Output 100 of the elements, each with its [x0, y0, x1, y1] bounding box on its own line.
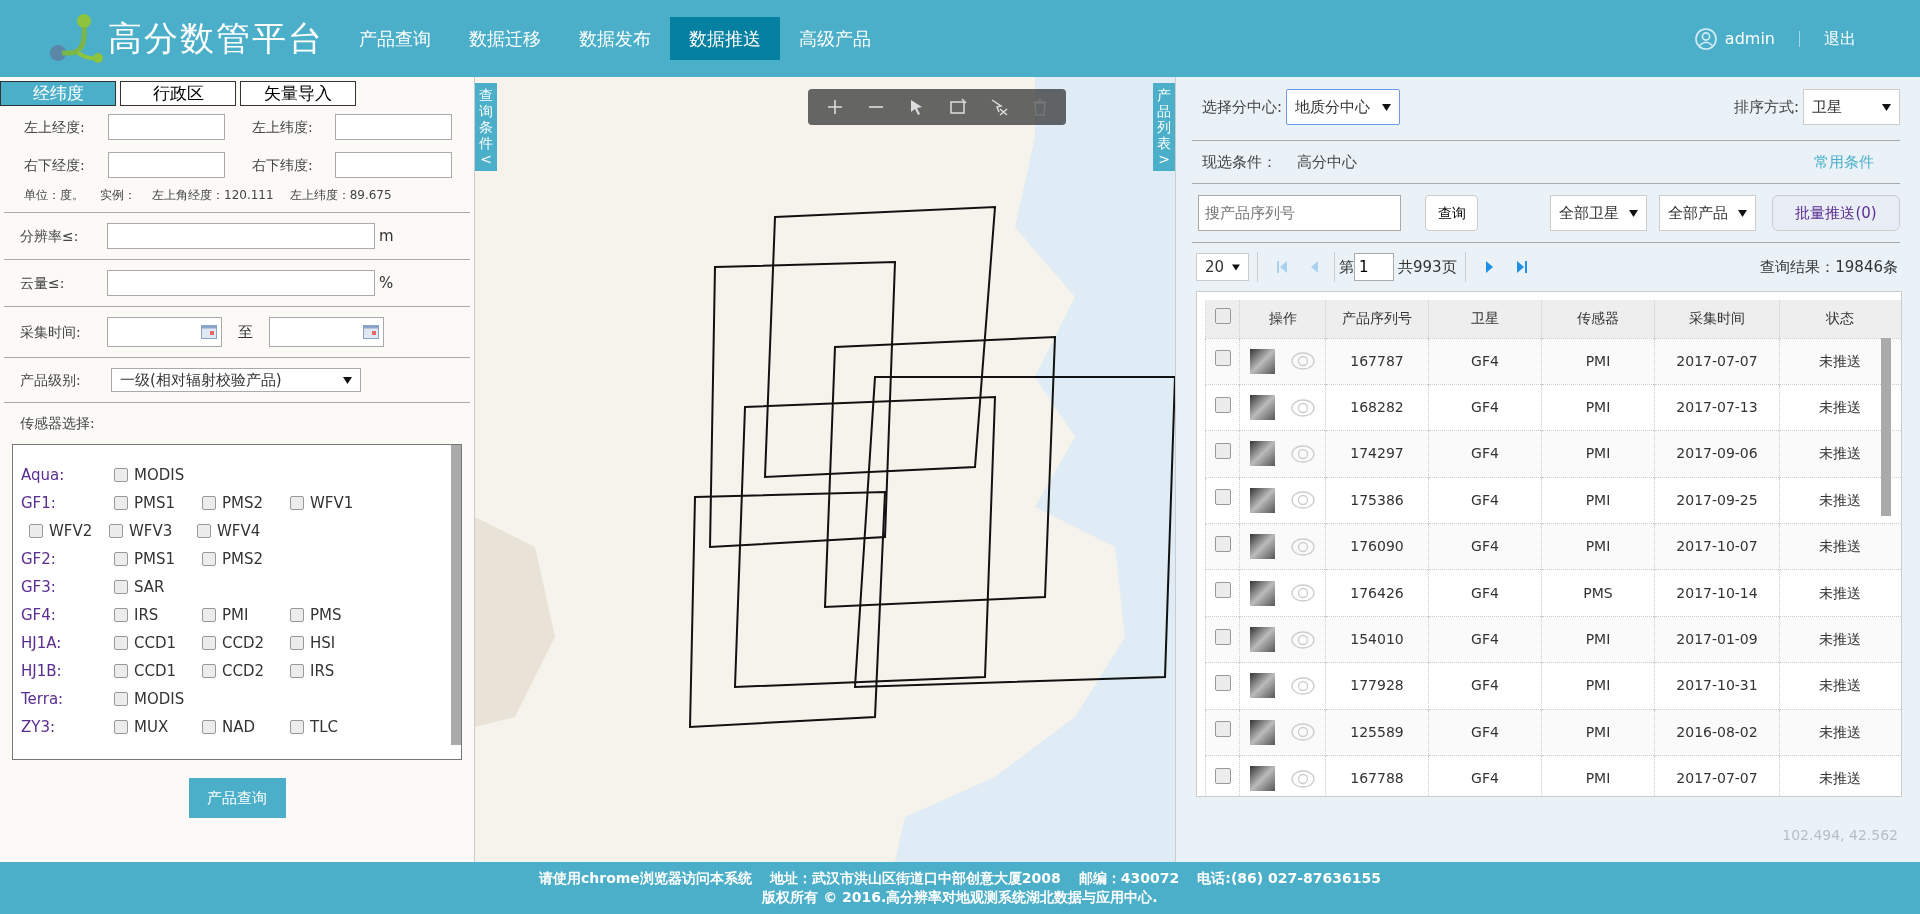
sensor-checkbox[interactable]: PMS2 — [202, 491, 290, 515]
sensor-checkbox[interactable]: PMS2 — [202, 547, 290, 571]
eye-icon[interactable] — [1291, 444, 1315, 463]
satellite-label: Aqua: — [21, 465, 66, 486]
row-checkbox[interactable] — [1214, 489, 1231, 506]
row-checkbox[interactable] — [1214, 628, 1231, 645]
rectangle-icon[interactable] — [947, 97, 968, 117]
sensor-checkbox[interactable]: PMI — [202, 603, 290, 627]
column-header: 产品序列号 — [1342, 310, 1412, 327]
thumbnail-image[interactable] — [1250, 766, 1275, 792]
sensor-checkbox[interactable]: WFV4 — [197, 519, 285, 543]
thumbnail-image[interactable] — [1250, 348, 1275, 374]
table-cell: 167788 — [1350, 770, 1404, 787]
level-select[interactable]: 一级(相对辐射校验产品) — [111, 368, 361, 392]
page-input[interactable]: 1 — [1354, 253, 1394, 281]
sensor-checkbox[interactable]: NAD — [202, 715, 290, 739]
sensor-checkbox[interactable]: WFV3 — [109, 519, 197, 543]
eye-icon[interactable] — [1291, 723, 1315, 742]
input-field[interactable] — [108, 114, 225, 140]
sort-select[interactable]: 卫星 — [1803, 89, 1900, 125]
result-count: 查询结果：19846条 — [1760, 256, 1898, 278]
thumbnail-image[interactable] — [1250, 395, 1275, 421]
sensor-checkbox[interactable]: TLC — [290, 715, 378, 739]
sensor-checkbox[interactable]: HSI — [290, 631, 378, 655]
sensor-checkbox[interactable]: WFV1 — [290, 491, 378, 515]
sensor-checkbox[interactable]: CCD2 — [202, 631, 290, 655]
sensor-checkbox[interactable]: CCD1 — [114, 659, 202, 683]
sensor-checkbox[interactable]: CCD2 — [202, 659, 290, 683]
thumbnail-image[interactable] — [1250, 580, 1275, 606]
thumbnail-image[interactable] — [1250, 487, 1275, 513]
eye-icon[interactable] — [1291, 398, 1315, 417]
thumbnail-image[interactable] — [1250, 719, 1275, 745]
sensor-checkbox[interactable]: IRS — [290, 659, 378, 683]
table-cell: GF4 — [1471, 770, 1499, 787]
row-checkbox[interactable] — [1214, 674, 1231, 691]
satellite-label: ZY3: — [21, 717, 57, 738]
sensor-checkbox[interactable]: PMS1 — [114, 491, 202, 515]
table-cell: PMI — [1585, 677, 1611, 694]
input-field[interactable] — [335, 114, 452, 140]
table-cell: PMI — [1585, 723, 1611, 740]
search-field[interactable]: 搜产品序列号 — [1198, 195, 1401, 231]
sensor-checkbox[interactable]: MODIS — [114, 463, 202, 487]
field-label: 左上经度: — [24, 117, 86, 137]
thumbnail-image[interactable] — [1250, 673, 1275, 699]
caret-icon — [1882, 103, 1891, 111]
satellite-label: GF2: — [21, 549, 57, 570]
date-field[interactable] — [269, 317, 384, 347]
search-button[interactable]: 查询 — [1425, 195, 1478, 231]
sensor-checkbox[interactable]: PMS — [290, 603, 378, 627]
row-checkbox[interactable] — [1214, 582, 1231, 599]
row-checkbox[interactable] — [1214, 767, 1231, 784]
sensor-checkbox[interactable]: MODIS — [114, 687, 202, 711]
sensor-checkbox[interactable]: PMS1 — [114, 547, 202, 571]
column-header: 采集时间 — [1689, 310, 1745, 327]
select-all-checkbox[interactable] — [1214, 307, 1231, 324]
eye-icon[interactable] — [1291, 537, 1315, 556]
scrollbar[interactable] — [451, 445, 461, 745]
eye-icon[interactable] — [1291, 630, 1315, 649]
table-cell: 175386 — [1350, 491, 1404, 508]
table-cell: GF4 — [1471, 538, 1499, 555]
center-select[interactable]: 地质分中心 — [1286, 89, 1401, 125]
date-field[interactable] — [107, 317, 222, 347]
row-checkbox[interactable] — [1214, 721, 1231, 738]
sensor-checkbox[interactable]: SAR — [114, 575, 202, 599]
row-checkbox[interactable] — [1214, 350, 1231, 367]
input-field[interactable] — [107, 270, 375, 296]
table-cell: 未推送 — [1819, 770, 1862, 787]
eye-icon[interactable] — [1291, 769, 1315, 788]
table-cell: GF4 — [1471, 399, 1499, 416]
page-size-select[interactable]: 20 — [1196, 253, 1249, 281]
row-checkbox[interactable] — [1214, 535, 1231, 552]
nav-tab[interactable]: 数据推送 — [670, 17, 780, 60]
satellite-filter[interactable]: 全部卫星 — [1550, 195, 1647, 231]
eye-icon[interactable] — [1291, 491, 1315, 510]
input-field[interactable] — [107, 223, 375, 249]
product-filter[interactable]: 全部产品 — [1659, 195, 1756, 231]
caret-icon — [1382, 103, 1392, 111]
sensor-checkbox[interactable]: WFV2 — [21, 519, 109, 543]
row-checkbox[interactable] — [1214, 396, 1231, 413]
eye-icon[interactable] — [1291, 352, 1315, 371]
sensor-checkbox[interactable]: CCD1 — [114, 631, 202, 655]
query-tab[interactable]: 行政区 — [120, 81, 236, 106]
thumbnail-image[interactable] — [1250, 534, 1275, 560]
eye-icon[interactable] — [1291, 584, 1315, 603]
scrollbar[interactable] — [1881, 338, 1891, 516]
sensor-checkbox[interactable]: MUX — [114, 715, 202, 739]
footer-text: 地址：武汉市洪山区街道口中部创意大厦2008 — [769, 869, 1061, 888]
copyright-text: 版权所有 © 2016.高分辨率对地观测系统湖北数据与应用中心. — [762, 888, 1158, 907]
thumbnail-image[interactable] — [1250, 441, 1275, 467]
input-field[interactable] — [335, 152, 452, 178]
table-cell: 154010 — [1350, 631, 1404, 648]
input-field[interactable] — [108, 152, 225, 178]
query-tab[interactable]: 矢量导入 — [240, 81, 356, 106]
row-checkbox[interactable] — [1214, 442, 1231, 459]
column-header: 状态 — [1826, 310, 1855, 327]
sensor-checkbox[interactable]: IRS — [114, 603, 202, 627]
eye-icon[interactable] — [1291, 676, 1315, 695]
batch-push-button[interactable]: 批量推送(0) — [1772, 195, 1900, 231]
table-cell: GF4 — [1471, 677, 1499, 694]
thumbnail-image[interactable] — [1250, 627, 1275, 653]
